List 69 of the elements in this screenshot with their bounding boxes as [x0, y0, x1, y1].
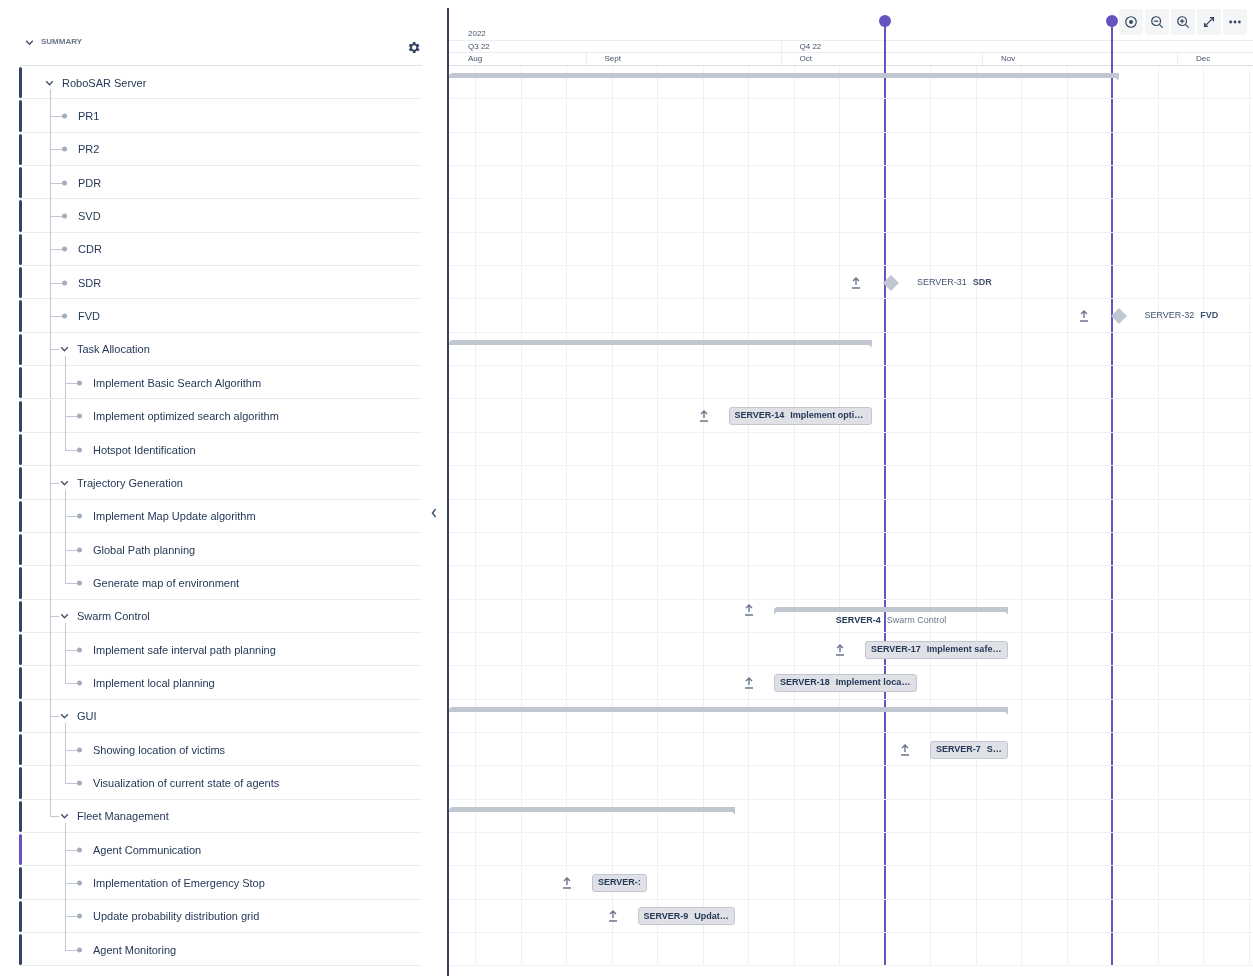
fullscreen-button[interactable] [1197, 9, 1221, 35]
task-bar[interactable]: SERVER-7 S… [930, 740, 1008, 759]
zoom-out-icon [1150, 15, 1164, 29]
month-label: Dec [1196, 53, 1211, 65]
month-label: Nov [1001, 53, 1016, 65]
tree-item-label[interactable]: FVD [78, 307, 100, 325]
month-label: Oct [799, 53, 812, 65]
tree-item-label[interactable]: Implement Map Update algorithm [93, 507, 256, 525]
zoom-out-button[interactable] [1145, 9, 1169, 35]
tree-item-label[interactable]: Swarm Control [77, 608, 150, 625]
tree-item-label[interactable]: CDR [78, 241, 102, 258]
tree-item-label[interactable]: Implement optimized search algorithm [93, 407, 279, 425]
task-bar[interactable]: SERVER-18 Implement loca… [774, 673, 917, 692]
marker-handle[interactable] [1106, 15, 1118, 27]
tree-item-label[interactable]: RoboSAR Server [62, 74, 147, 91]
upload-icon [607, 910, 618, 923]
task-bar[interactable]: SERVER-: [592, 874, 647, 893]
tree-item-label[interactable]: Implementation of Emergency Stop [93, 874, 265, 892]
upload-icon [1078, 310, 1089, 323]
tree-item-label[interactable]: Generate map of environment [93, 574, 240, 592]
zoom-in-button[interactable] [1171, 9, 1195, 35]
tree-item-label[interactable]: Update probability distribution grid [93, 908, 260, 925]
tree-item-label[interactable]: GUI [77, 708, 97, 725]
tree-item-label[interactable]: PR2 [78, 141, 100, 158]
tree-item-label[interactable]: Hotspot Identification [93, 441, 196, 458]
year-label: 2022 [468, 28, 486, 40]
month-label: Aug [468, 53, 483, 65]
tree-item-label[interactable]: Trajectory Generation [77, 474, 183, 492]
tree-item-label[interactable]: Showing location of victims [93, 741, 226, 758]
tree-item-label[interactable]: PR1 [78, 107, 100, 125]
tree-item-label[interactable]: SDR [78, 274, 102, 291]
tree-item-label[interactable]: Agent Monitoring [93, 941, 177, 958]
settings-icon [406, 40, 421, 55]
quarter-label: Q4 22 [799, 41, 822, 53]
month-label: Sept [604, 53, 621, 65]
tree-item-label[interactable]: Agent Communication [93, 841, 202, 858]
tree-item-label[interactable]: Implement Basic Search Algorithm [93, 374, 262, 392]
marker-handle[interactable] [878, 15, 891, 27]
center-button[interactable] [1119, 9, 1143, 35]
zoom-in-icon [1176, 15, 1190, 29]
task-bar[interactable]: SERVER-17 Implement safe… [865, 640, 1008, 659]
task-bar[interactable]: SERVER-14 Implement opti… [728, 407, 872, 426]
upload-icon [900, 743, 910, 756]
tree-item-label[interactable]: Implement local planning [93, 674, 215, 692]
milestone-label: SERVER-31 SDR [917, 276, 992, 289]
target-icon [1124, 15, 1138, 29]
upload-icon [835, 643, 845, 656]
upload-icon [744, 603, 754, 616]
expand-icon [1202, 15, 1216, 29]
tree-item-label[interactable]: PDR [78, 174, 102, 191]
tree-item-label[interactable]: SVD [78, 207, 101, 225]
tree-item-label[interactable]: Task Allocation [77, 341, 150, 358]
chevron-left-icon [430, 507, 438, 519]
upload-icon [562, 877, 572, 890]
upload-icon [698, 410, 709, 423]
milestone-label: SERVER-32 FVD [1144, 309, 1219, 323]
milestone-diamond[interactable] [1109, 307, 1128, 326]
summary-heading: SUMMARY [41, 36, 83, 48]
tree-item-label[interactable]: Global Path planning [93, 541, 196, 558]
tree-item-label[interactable]: Visualization of current state of agents [93, 774, 280, 792]
settings-button[interactable] [406, 40, 421, 55]
upload-icon [744, 676, 754, 689]
tree-item-label[interactable]: Fleet Management [77, 808, 169, 825]
upload-icon [851, 276, 861, 289]
quarter-label: Q3 22 [468, 41, 490, 53]
task-bar[interactable]: SERVER-9 Updat… [637, 907, 735, 926]
milestone-diamond[interactable] [882, 273, 900, 292]
tree-item-label[interactable]: Implement safe interval path planning [93, 641, 276, 658]
summary-label: SERVER-4 Swarm Control [835, 613, 947, 627]
